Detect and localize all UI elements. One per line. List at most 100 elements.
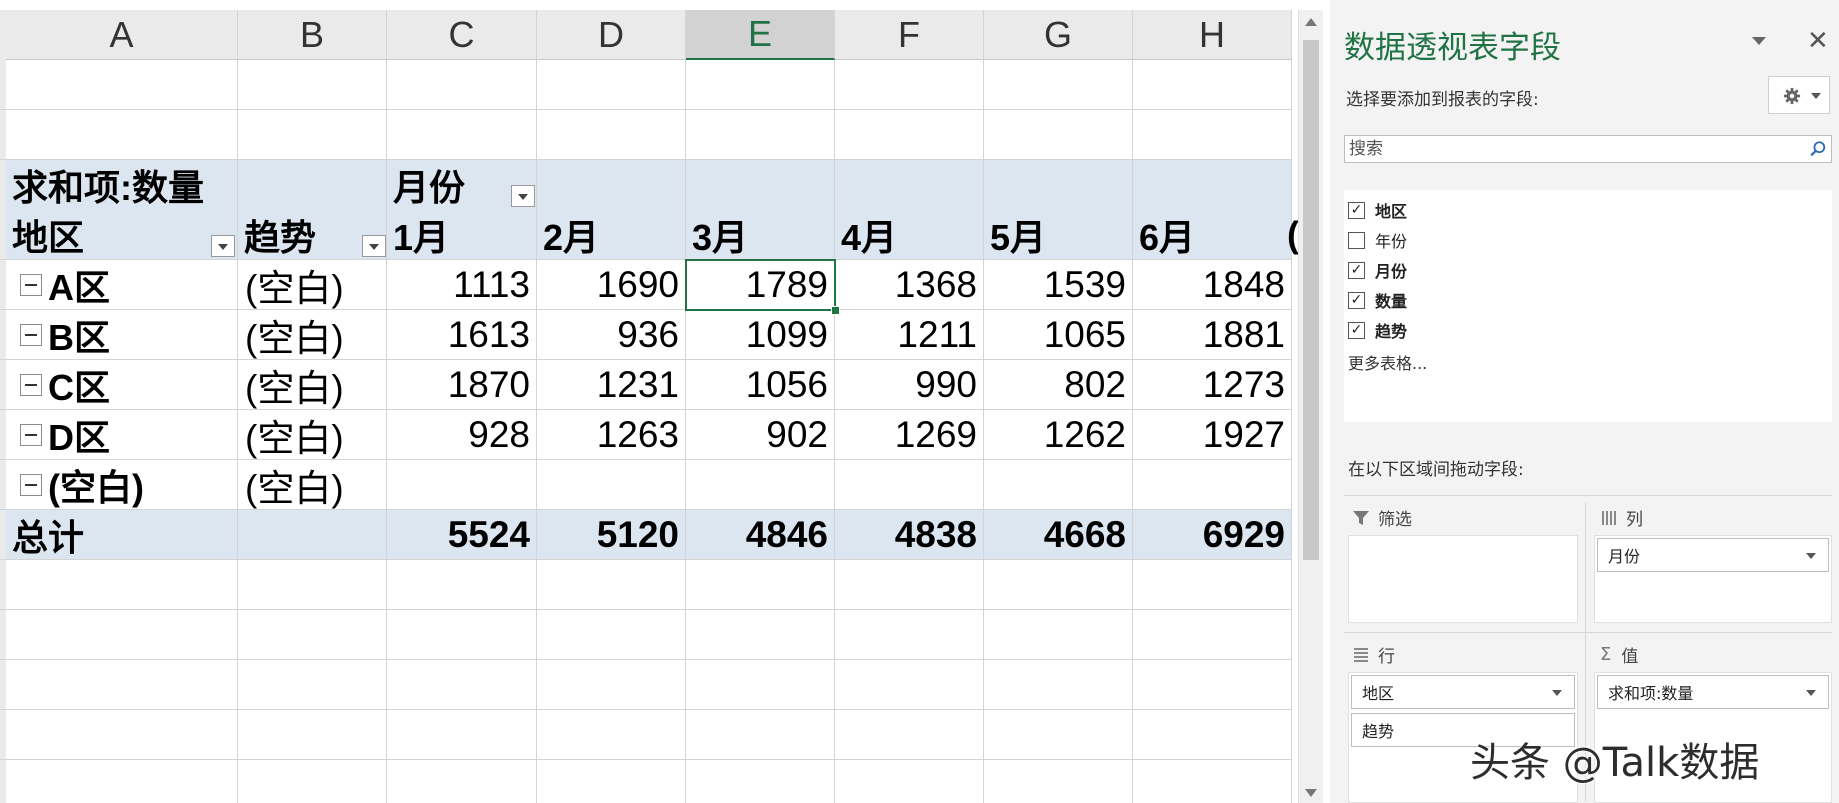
checkbox-checked-icon[interactable]: ✓ bbox=[1348, 291, 1365, 309]
trend-cell[interactable]: (空白) bbox=[238, 260, 387, 310]
trend-cell[interactable]: (空白) bbox=[238, 460, 387, 510]
month-header[interactable]: 4月 bbox=[835, 210, 975, 260]
value-cell[interactable]: 1113 bbox=[387, 260, 537, 310]
fill-handle[interactable] bbox=[831, 306, 840, 315]
scroll-up-arrow-icon[interactable] bbox=[1305, 18, 1317, 26]
pivot-value-label[interactable]: 求和项:数量 bbox=[6, 160, 406, 210]
search-icon[interactable] bbox=[1809, 140, 1827, 158]
collapse-minus-icon[interactable] bbox=[20, 474, 42, 496]
value-cell[interactable]: 1613 bbox=[387, 310, 537, 360]
trend-cell[interactable]: (空白) bbox=[238, 310, 387, 360]
value-cell[interactable]: 1099 bbox=[686, 310, 835, 360]
value-cell[interactable]: 1368 bbox=[835, 260, 984, 310]
value-cell[interactable]: 990 bbox=[835, 360, 984, 410]
field-item[interactable]: 年份 bbox=[1348, 227, 1407, 253]
region-row-label[interactable]: B区 bbox=[14, 310, 234, 360]
region-row-label[interactable]: (空白) bbox=[14, 460, 234, 510]
value-cell[interactable]: 1273 bbox=[1133, 360, 1292, 410]
value-cell[interactable] bbox=[537, 460, 686, 510]
search-box[interactable] bbox=[1344, 135, 1832, 163]
column-header-b[interactable]: B bbox=[238, 10, 387, 60]
field-item[interactable]: ✓ 数量 bbox=[1348, 287, 1407, 313]
vertical-scrollbar[interactable] bbox=[1298, 10, 1323, 803]
trend-cell[interactable]: (空白) bbox=[238, 360, 387, 410]
pivot-row-field2-label[interactable]: 趋势 bbox=[238, 210, 358, 260]
search-input[interactable] bbox=[1349, 138, 1769, 160]
value-cell[interactable]: 1065 bbox=[984, 310, 1133, 360]
pivot-row-field-label[interactable]: 地区 bbox=[6, 210, 206, 260]
column-header-a[interactable]: A bbox=[6, 10, 238, 60]
field-item[interactable]: ✓ 地区 bbox=[1348, 197, 1407, 223]
column-header-g[interactable]: G bbox=[984, 10, 1133, 60]
column-header-f[interactable]: F bbox=[835, 10, 984, 60]
chevron-down-icon[interactable] bbox=[1806, 690, 1816, 696]
scroll-down-arrow-icon[interactable] bbox=[1305, 789, 1317, 797]
values-field-pill[interactable]: 求和项:数量 bbox=[1597, 675, 1829, 709]
spreadsheet-grid[interactable]: A B C D E F G H 求和项:数量 月份 地区 趋势 1月 2月 3月 4月 5月 6月(A区 (空白) 1… bbox=[0, 0, 1298, 803]
value-cell[interactable]: 1539 bbox=[984, 260, 1133, 310]
value-cell[interactable]: 1269 bbox=[835, 410, 984, 460]
columns-drop-area[interactable]: 月份 bbox=[1594, 535, 1832, 623]
checkbox-checked-icon[interactable]: ✓ bbox=[1348, 321, 1365, 339]
value-cell[interactable]: 902 bbox=[686, 410, 835, 460]
region-row-label[interactable]: D区 bbox=[14, 410, 234, 460]
pivot-column-field-label[interactable]: 月份 bbox=[387, 160, 527, 210]
pane-options-chevron-icon[interactable] bbox=[1752, 37, 1766, 45]
column-field-filter-dropdown-icon[interactable] bbox=[511, 185, 535, 207]
value-cell[interactable]: 1690 bbox=[537, 260, 686, 310]
trend-cell[interactable]: (空白) bbox=[238, 410, 387, 460]
column-header-c[interactable]: C bbox=[387, 10, 537, 60]
grand-total-cell[interactable]: 4668 bbox=[984, 510, 1133, 560]
value-cell[interactable]: 928 bbox=[387, 410, 537, 460]
grand-total-cell[interactable]: 4846 bbox=[686, 510, 835, 560]
value-cell[interactable]: 1056 bbox=[686, 360, 835, 410]
value-cell[interactable]: 1881 bbox=[1133, 310, 1292, 360]
more-tables-link[interactable]: 更多表格... bbox=[1348, 350, 1427, 374]
value-cell[interactable]: 1870 bbox=[387, 360, 537, 410]
collapse-minus-icon[interactable] bbox=[20, 374, 42, 396]
row-field-filter-dropdown-icon[interactable] bbox=[211, 235, 235, 257]
value-cell[interactable]: 1211 bbox=[835, 310, 984, 360]
value-cell[interactable]: 802 bbox=[984, 360, 1133, 410]
grand-total-cell[interactable]: 4838 bbox=[835, 510, 984, 560]
value-cell[interactable]: 1231 bbox=[537, 360, 686, 410]
value-cell[interactable]: 936 bbox=[537, 310, 686, 360]
region-row-label[interactable]: A区 bbox=[14, 260, 234, 310]
trend-field-filter-dropdown-icon[interactable] bbox=[362, 235, 386, 257]
month-header[interactable]: 6月 bbox=[1133, 210, 1273, 260]
close-icon[interactable]: ✕ bbox=[1807, 26, 1829, 56]
columns-field-pill[interactable]: 月份 bbox=[1597, 538, 1829, 572]
column-header-h[interactable]: H bbox=[1133, 10, 1292, 60]
value-cell[interactable] bbox=[984, 460, 1133, 510]
value-cell[interactable]: 1927 bbox=[1133, 410, 1292, 460]
scrollbar-thumb[interactable] bbox=[1303, 40, 1319, 560]
collapse-minus-icon[interactable] bbox=[20, 324, 42, 346]
checkbox-unchecked-icon[interactable] bbox=[1348, 231, 1365, 249]
column-header-d[interactable]: D bbox=[537, 10, 686, 60]
value-cell[interactable] bbox=[1133, 460, 1292, 510]
grand-total-label[interactable]: 总计 bbox=[6, 510, 206, 560]
value-cell[interactable]: 1263 bbox=[537, 410, 686, 460]
checkbox-checked-icon[interactable]: ✓ bbox=[1348, 201, 1365, 219]
checkbox-checked-icon[interactable]: ✓ bbox=[1348, 261, 1365, 279]
chevron-down-icon[interactable] bbox=[1806, 553, 1816, 559]
value-cell[interactable] bbox=[835, 460, 984, 510]
grand-total-cell[interactable]: 6929 bbox=[1133, 510, 1292, 560]
collapse-minus-icon[interactable] bbox=[20, 274, 42, 296]
month-header[interactable]: 1月 bbox=[387, 210, 527, 260]
chevron-down-icon[interactable] bbox=[1552, 690, 1562, 696]
value-cell[interactable] bbox=[387, 460, 537, 510]
grand-total-cell[interactable]: 5120 bbox=[537, 510, 686, 560]
collapse-minus-icon[interactable] bbox=[20, 424, 42, 446]
value-cell[interactable]: 1848 bbox=[1133, 260, 1292, 310]
month-header[interactable]: 3月 bbox=[686, 210, 826, 260]
grand-total-cell[interactable]: 5524 bbox=[387, 510, 537, 560]
region-row-label[interactable]: C区 bbox=[14, 360, 234, 410]
tools-button[interactable] bbox=[1768, 76, 1830, 114]
filter-drop-area[interactable] bbox=[1348, 535, 1578, 623]
rows-field-pill[interactable]: 地区 bbox=[1351, 675, 1575, 709]
field-item[interactable]: ✓ 趋势 bbox=[1348, 317, 1407, 343]
month-header[interactable]: 5月 bbox=[984, 210, 1124, 260]
value-cell[interactable] bbox=[686, 460, 835, 510]
column-header-e[interactable]: E bbox=[686, 10, 835, 60]
